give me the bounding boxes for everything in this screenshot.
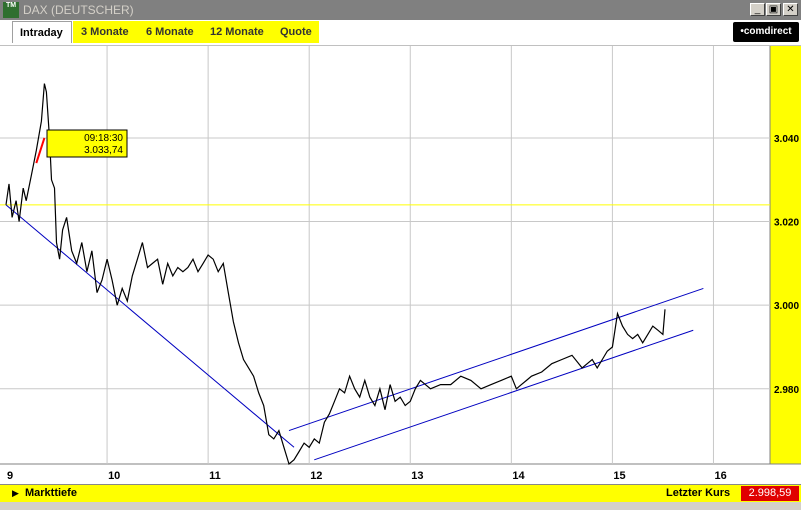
x-tick-label: 10	[108, 470, 120, 482]
status-bar: ▶ Markttiefe Letzter Kurs 2.998,59	[0, 484, 801, 503]
x-tick-label: 9	[7, 470, 13, 482]
x-tick-label: 12	[310, 470, 322, 482]
app-icon: TM	[3, 2, 19, 18]
x-tick-label: 15	[613, 470, 625, 482]
tab-3-monate[interactable]: 3 Monate	[81, 21, 129, 43]
intraday-chart[interactable]: 9 10 11 12 13 14 15 16 3.040 3.020 3.000 2.980 09:18…	[0, 46, 801, 484]
expand-arrow-icon[interactable]: ▶	[12, 488, 19, 499]
y-axis-panel	[770, 46, 801, 466]
last-price-value: 2.998,59	[741, 486, 799, 501]
x-tick-label: 14	[512, 470, 525, 482]
x-tick-label: 11	[209, 470, 221, 482]
y-tick-label: 2.980	[774, 385, 799, 396]
tab-intraday[interactable]: Intraday	[12, 21, 72, 43]
plot-background	[0, 46, 770, 484]
tab-quote[interactable]: Quote	[280, 21, 312, 43]
tooltip-time: 09:18:30	[84, 133, 123, 144]
window-title: DAX (DEUTSCHER)	[23, 3, 134, 17]
markttiefe-link[interactable]: Markttiefe	[25, 487, 77, 499]
x-tick-label: 13	[411, 470, 423, 482]
comdirect-logo: •comdirect	[733, 22, 799, 42]
last-price-label: Letzter Kurs	[666, 487, 731, 499]
y-tick-label: 3.000	[774, 301, 799, 312]
y-tick-label: 3.020	[774, 218, 799, 229]
title-bar: TM DAX (DEUTSCHER) _ ▣ ✕	[0, 0, 801, 20]
minimize-button[interactable]: _	[750, 3, 765, 16]
tooltip-value: 3.033,74	[84, 145, 123, 156]
maximize-button[interactable]: ▣	[766, 3, 781, 16]
y-tick-label: 3.040	[774, 134, 799, 145]
close-button[interactable]: ✕	[783, 3, 798, 16]
tab-6-monate[interactable]: 6 Monate	[146, 21, 194, 43]
tab-12-monate[interactable]: 12 Monate	[210, 21, 264, 43]
bottom-strip	[0, 502, 801, 510]
tab-bar: Intraday 3 Monate 6 Monate 12 Monate Quo…	[0, 20, 801, 46]
x-tick-label: 16	[714, 470, 726, 482]
